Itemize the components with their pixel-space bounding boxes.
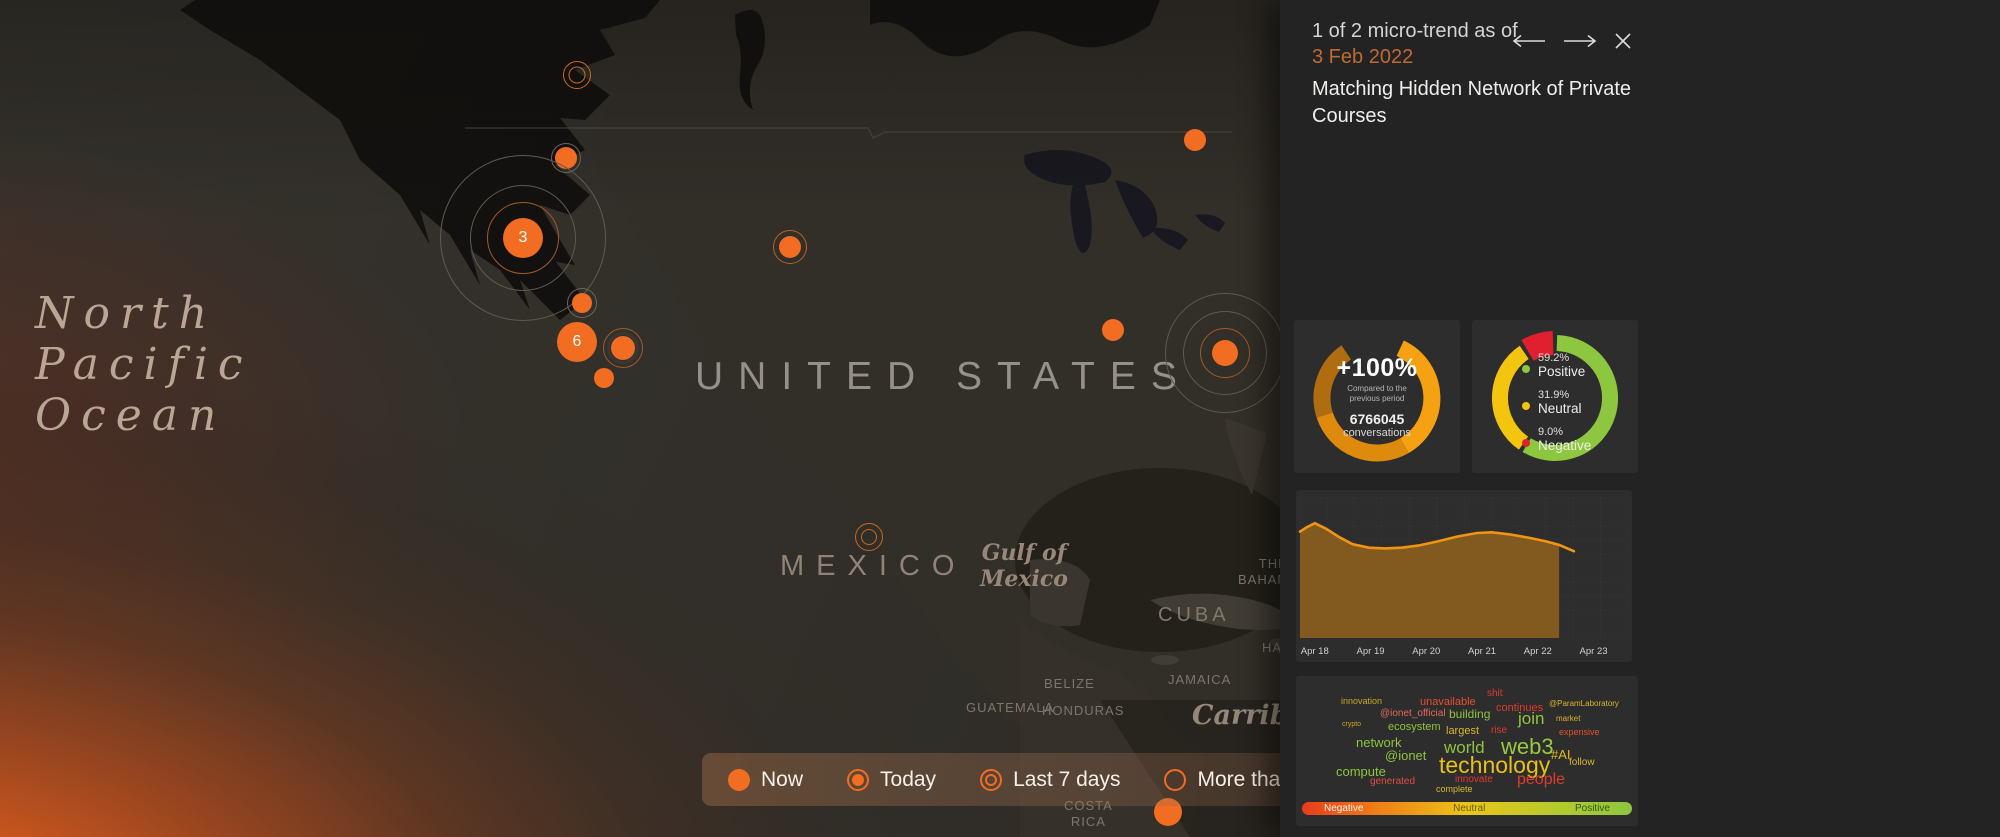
trend-photo	[1283, 137, 1649, 300]
panel-controls	[1510, 30, 1634, 52]
svg-text:Apr 19: Apr 19	[1357, 646, 1385, 657]
trend-title: Matching Hidden Network of Private Cours…	[1312, 76, 1652, 130]
sentiment-label: Negative	[1538, 438, 1591, 453]
older-legend-icon	[1164, 769, 1186, 791]
sentiment-dot	[1522, 439, 1530, 447]
sentiment-label: Neutral	[1538, 401, 1591, 416]
conversation-count: 6766045	[1350, 411, 1405, 427]
marker-ring	[855, 523, 883, 551]
cloud-word: @ionet	[1385, 749, 1426, 762]
marker-ring	[563, 61, 591, 89]
cloud-word: join	[1518, 710, 1544, 727]
marker-dot	[594, 368, 614, 388]
sentiment-legend: 59.2%Positive 31.9%Neutral 9.0%Negative	[1522, 352, 1591, 453]
cloud-word: ecosystem	[1388, 722, 1441, 733]
sentiment-value: 31.9%	[1538, 389, 1591, 401]
close-panel-button[interactable]	[1612, 30, 1634, 52]
legend-item-last7[interactable]: Last 7 days	[980, 768, 1120, 792]
cloud-word: shit	[1487, 689, 1503, 699]
marker-dot	[779, 236, 801, 258]
svg-text:Apr 20: Apr 20	[1412, 646, 1440, 657]
scale-neutral-label: Neutral	[1453, 803, 1485, 814]
volume-trend-chart: Apr 18 Apr 19 Apr 20 Apr 21 Apr 22 Apr 23	[1296, 490, 1632, 662]
micro-trend-counter: 1 of 2 micro-trend as of	[1312, 20, 1518, 42]
cloud-word: people	[1517, 772, 1565, 788]
growth-caption: Compared to the previous period	[1347, 384, 1407, 405]
map-time-legend: NowTodayLast 7 daysMore than 7 days ago	[702, 753, 1342, 806]
now-legend-icon	[728, 769, 750, 791]
legend-item-now[interactable]: Now	[728, 768, 803, 792]
sentiment-value: 9.0%	[1538, 426, 1591, 438]
cloud-word: follow	[1569, 758, 1595, 768]
app-root: North Pacific OceanUNITED STATESMEXICOGu…	[0, 0, 2000, 837]
word-cloud-card: innovationshitunavailablecontinues@Param…	[1296, 676, 1638, 826]
scale-negative-label: Negative	[1324, 803, 1363, 814]
conversation-label: conversations	[1343, 427, 1411, 439]
scale-positive-label: Positive	[1575, 803, 1610, 814]
volume-trend-card: Apr 18 Apr 19 Apr 20 Apr 21 Apr 22 Apr 23	[1296, 490, 1632, 662]
growth-percent: +100%	[1336, 354, 1417, 383]
arrow-right-icon	[1563, 34, 1597, 48]
legend-label: Last 7 days	[1013, 768, 1120, 792]
sentiment-dot	[1522, 402, 1530, 410]
marker-count: 6	[573, 333, 582, 351]
micro-trend-date: 3 Feb 2022	[1312, 46, 1413, 68]
cloud-word: complete	[1436, 785, 1473, 794]
svg-text:Apr 18: Apr 18	[1301, 646, 1329, 657]
sentiment-legend-item-negative: 9.0%Negative	[1522, 426, 1591, 453]
cloud-word: @ionet_official	[1380, 709, 1446, 719]
sentiment-donut-card: 59.2%Positive 31.9%Neutral 9.0%Negative	[1472, 320, 1638, 473]
sentiment-legend-item-neutral: 31.9%Neutral	[1522, 389, 1591, 416]
arrow-left-icon	[1512, 34, 1546, 48]
marker-dot	[611, 336, 635, 360]
last7-legend-icon	[980, 769, 1002, 791]
close-icon	[1614, 32, 1632, 50]
svg-text:Apr 21: Apr 21	[1468, 646, 1496, 657]
cloud-word: expensive	[1559, 728, 1600, 737]
next-trend-button[interactable]	[1561, 32, 1599, 50]
legend-item-today[interactable]: Today	[847, 768, 936, 792]
cloud-word: crypto	[1342, 721, 1361, 728]
sentiment-scale-bar: Negative Neutral Positive	[1302, 802, 1632, 815]
cloud-word: @ParamLaboratory	[1549, 700, 1619, 708]
sentiment-value: 59.2%	[1538, 352, 1591, 364]
previous-trend-button[interactable]	[1510, 32, 1548, 50]
legend-label: Today	[880, 768, 936, 792]
growth-center-text: +100% Compared to the previous period 67…	[1294, 320, 1460, 473]
marker-dot	[1212, 340, 1238, 366]
marker-count: 3	[519, 229, 528, 247]
growth-donut-card: +100% Compared to the previous period 67…	[1294, 320, 1460, 473]
today-legend-icon	[847, 769, 869, 791]
svg-text:Apr 23: Apr 23	[1580, 646, 1608, 657]
marker-dot	[1184, 129, 1206, 151]
cloud-word: #AI	[1551, 748, 1571, 761]
cloud-word: innovation	[1341, 697, 1382, 706]
marker-dot	[572, 293, 592, 313]
marker-dot	[1102, 319, 1124, 341]
cloud-word: generated	[1370, 777, 1415, 787]
cloud-word: building	[1449, 708, 1490, 720]
svg-text:Apr 22: Apr 22	[1524, 646, 1552, 657]
sentiment-legend-item-positive: 59.2%Positive	[1522, 352, 1591, 379]
cloud-word: largest	[1446, 726, 1479, 737]
micro-trend-panel: 1 of 2 micro-trend as of 3 Feb 2022 Matc…	[1280, 0, 2000, 837]
sentiment-label: Positive	[1538, 364, 1591, 379]
cloud-word: market	[1556, 715, 1580, 723]
sentiment-dot	[1522, 365, 1530, 373]
legend-label: Now	[761, 768, 803, 792]
